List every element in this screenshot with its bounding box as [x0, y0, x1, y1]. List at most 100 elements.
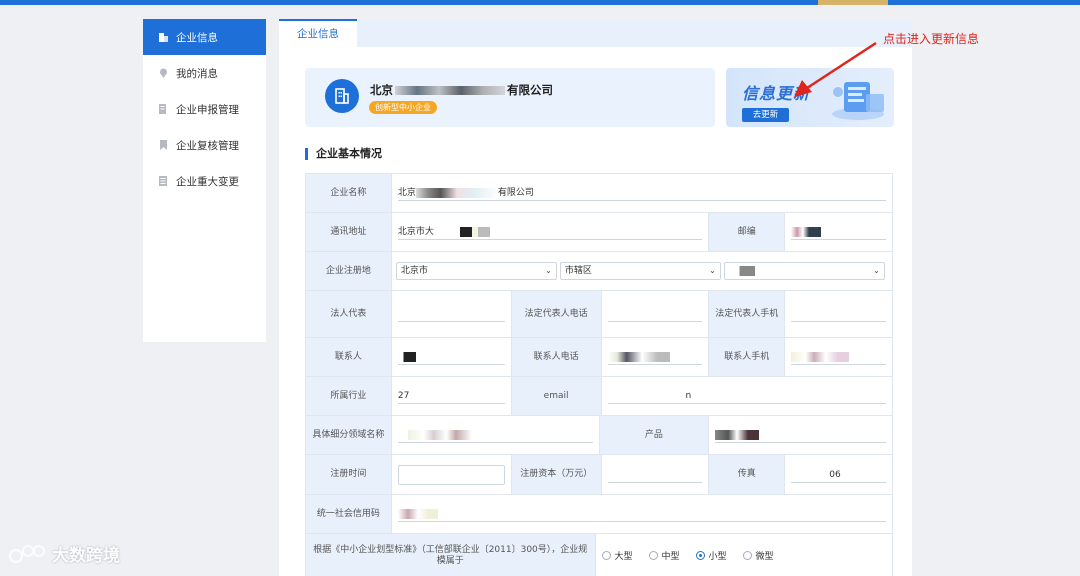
form-row: 具体细分领域名称 产品	[305, 416, 893, 455]
radio-icon	[742, 551, 752, 560]
contact-mobile-label: 联系人手机	[709, 338, 786, 377]
bookmark-icon	[159, 140, 168, 150]
radio-icon	[601, 551, 611, 560]
legal-mobile-label: 法定代表人手机	[709, 291, 786, 338]
contact-mobile-input[interactable]	[791, 349, 886, 365]
sidebar-item-messages[interactable]: 我的消息	[143, 55, 266, 91]
company-name-input[interactable]: 北京 有限公司	[397, 185, 886, 201]
region-label: 企业注册地	[306, 252, 392, 291]
legal-phone-input[interactable]	[607, 306, 703, 322]
go-update-button[interactable]: 去更新	[742, 108, 789, 122]
top-bar-accent	[818, 0, 888, 5]
sidebar-item-label: 企业复核管理	[176, 139, 239, 152]
document-edit-icon	[159, 104, 168, 114]
postcode-label: 邮编	[709, 213, 786, 252]
redacted-mosaic	[791, 226, 822, 237]
fax-label: 传真	[709, 455, 786, 495]
form-row: 根据《中小企业划型标准》（工信部联企业〔2011〕300号），企业规模属于 大型…	[305, 534, 893, 576]
scale-radio-group: 大型 中型 小型 微型	[601, 549, 774, 562]
company-name-label: 企业名称	[306, 173, 392, 213]
annotation-arrow-icon	[794, 41, 877, 97]
reg-capital-input[interactable]	[607, 467, 703, 483]
legal-phone-label: 法定代表人电话	[511, 291, 602, 338]
legal-mobile-input[interactable]	[791, 306, 886, 322]
sidebar-item-label: 我的消息	[176, 67, 218, 80]
redacted-mosaic	[715, 429, 760, 440]
tab-company-info[interactable]: 企业信息	[279, 19, 357, 47]
form-row: 所属行业 27 email n	[305, 377, 893, 416]
watermark: 大数跨境	[8, 541, 120, 566]
sidebar: 企业信息 我的消息 企业申报管理 企业复核管理 企业重大变更	[143, 19, 266, 342]
radio-icon	[648, 551, 658, 560]
annotation-text: 点击进入更新信息	[883, 32, 980, 46]
redacted-mosaic	[397, 508, 438, 519]
address-input[interactable]: 北京市大	[397, 224, 703, 240]
product-input[interactable]	[715, 427, 886, 443]
redacted-mosaic	[459, 226, 490, 237]
credit-code-label: 统一社会信用码	[306, 495, 392, 534]
radio-checked-icon	[695, 551, 705, 560]
reg-capital-label: 注册资本（万元）	[511, 455, 602, 495]
subfield-input[interactable]	[397, 427, 593, 443]
reg-time-label: 注册时间	[306, 455, 392, 495]
scale-label: 根据《中小企业划型标准》（工信部联企业〔2011〕300号），企业规模属于	[306, 534, 596, 576]
contact-phone-label: 联系人电话	[511, 338, 602, 377]
main-panel: 企业信息 北京 有限公司 创新型中小企业 信息更新 去更新 企业基本情况 企业名称…	[279, 19, 912, 576]
district-select[interactable]: ⌄	[723, 262, 885, 280]
contact-phone-input[interactable]	[607, 349, 703, 365]
form-row: 企业注册地 北京市 ⌄ 市辖区 ⌄ ⌄	[305, 252, 893, 291]
city-select[interactable]: 市辖区 ⌄	[559, 262, 721, 280]
watermark-logo-icon	[9, 544, 45, 563]
credit-code-input[interactable]	[397, 506, 886, 522]
section-title: 企业基本情况	[305, 148, 382, 160]
sidebar-item-declaration[interactable]: 企业申报管理	[143, 91, 266, 127]
company-card: 北京 有限公司 创新型中小企业	[305, 68, 715, 127]
form-row: 法人代表 法定代表人电话 法定代表人手机	[305, 291, 893, 338]
redacted-mosaic	[607, 351, 670, 362]
scale-option-large[interactable]: 大型	[601, 549, 633, 562]
chevron-down-icon: ⌄	[545, 266, 552, 275]
address-label: 通讯地址	[306, 213, 392, 252]
contact-input[interactable]	[397, 349, 505, 365]
form-row: 注册时间 注册资本（万元） 传真 06	[305, 455, 893, 495]
fax-input[interactable]: 06	[791, 467, 886, 483]
legal-rep-label: 法人代表	[306, 291, 392, 338]
sidebar-item-major-change[interactable]: 企业重大变更	[143, 163, 266, 199]
email-input[interactable]: n	[607, 388, 886, 404]
industry-label: 所属行业	[306, 377, 392, 416]
company-form: 企业名称 北京 有限公司 通讯地址 北京市大 邮编 企业注册地 北京市 ⌄ 市辖区 ⌄…	[305, 173, 893, 576]
legal-rep-input[interactable]	[397, 306, 505, 322]
subfield-label: 具体细分领域名称	[306, 416, 392, 455]
form-row: 企业名称 北京 有限公司	[305, 173, 893, 213]
form-row: 通讯地址 北京市大 邮编	[305, 213, 893, 252]
redacted-mosaic	[395, 86, 505, 95]
scale-option-micro[interactable]: 微型	[742, 549, 774, 562]
sidebar-item-label: 企业重大变更	[176, 175, 239, 188]
product-label: 产品	[599, 416, 710, 455]
form-row: 统一社会信用码	[305, 495, 893, 534]
chevron-down-icon: ⌄	[709, 266, 716, 275]
building-icon	[159, 32, 168, 42]
scale-option-small[interactable]: 小型	[695, 549, 727, 562]
province-select[interactable]: 北京市 ⌄	[395, 262, 557, 280]
industry-input[interactable]: 27	[397, 388, 505, 404]
sidebar-item-label: 企业申报管理	[176, 103, 239, 116]
company-building-icon	[325, 79, 359, 113]
reg-time-input[interactable]	[397, 464, 505, 485]
redacted-mosaic	[415, 187, 498, 198]
redacted-mosaic	[397, 351, 416, 362]
list-icon	[159, 176, 168, 186]
redacted-mosaic	[791, 351, 850, 362]
postcode-input[interactable]	[791, 224, 886, 240]
location-pin-icon	[159, 68, 168, 78]
redacted-mosaic	[407, 429, 472, 440]
scale-option-medium[interactable]: 中型	[648, 549, 680, 562]
sidebar-item-company-info[interactable]: 企业信息	[143, 19, 266, 55]
redacted-mosaic	[728, 265, 755, 276]
form-row: 联系人 联系人电话 联系人手机	[305, 338, 893, 377]
company-type-badge: 创新型中小企业	[369, 101, 437, 114]
sidebar-item-label: 企业信息	[176, 31, 218, 44]
email-label: email	[511, 377, 602, 416]
sidebar-item-review[interactable]: 企业复核管理	[143, 127, 266, 163]
contact-label: 联系人	[306, 338, 392, 377]
